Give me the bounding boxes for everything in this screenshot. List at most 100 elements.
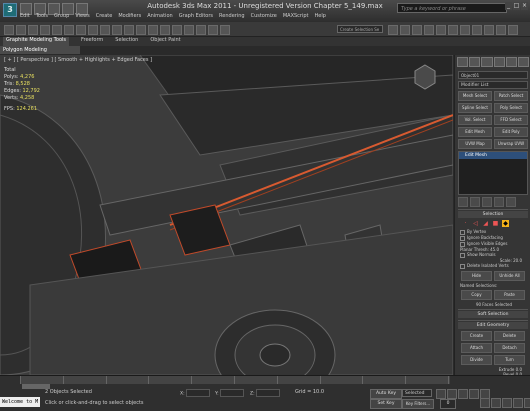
- render-frame-icon[interactable]: [484, 25, 494, 35]
- play-icon[interactable]: [458, 389, 468, 399]
- y-field[interactable]: [219, 389, 244, 397]
- ribbon-panel-polygon-modeling[interactable]: Polygon Modeling: [0, 46, 80, 54]
- patch-select-button[interactable]: Patch Select: [494, 91, 528, 101]
- menu-create[interactable]: Create: [96, 13, 113, 19]
- edit-geometry-title[interactable]: Edit Geometry: [458, 322, 528, 329]
- bind-icon[interactable]: [52, 25, 62, 35]
- divide-button[interactable]: Divide: [461, 355, 492, 365]
- soft-selection-title[interactable]: Soft Selection: [458, 311, 528, 318]
- object-name-field[interactable]: Object01: [458, 71, 528, 79]
- unlink-icon[interactable]: [40, 25, 50, 35]
- utilities-tab-icon[interactable]: [517, 57, 530, 67]
- tab-object-paint[interactable]: Object Paint: [150, 37, 180, 46]
- tab-freeform[interactable]: Freeform: [81, 37, 103, 46]
- rotate-icon[interactable]: [124, 25, 134, 35]
- angle-snap-icon[interactable]: [184, 25, 194, 35]
- display-tab-icon[interactable]: [505, 57, 517, 67]
- previous-frame-icon[interactable]: [447, 389, 457, 399]
- detach-button[interactable]: Detach: [494, 343, 525, 353]
- scale-value[interactable]: 20.0: [513, 258, 522, 263]
- create-button[interactable]: Create: [461, 331, 492, 341]
- menu-group[interactable]: Group: [54, 13, 69, 19]
- perspective-viewport[interactable]: [ + ] [ Perspective ] [ Smooth + Highlig…: [0, 55, 453, 375]
- region-icon[interactable]: [88, 25, 98, 35]
- align-icon[interactable]: [400, 25, 410, 35]
- menu-customize[interactable]: Customize: [251, 13, 277, 19]
- hierarchy-tab-icon[interactable]: [481, 57, 493, 67]
- next-frame-icon[interactable]: [469, 389, 479, 399]
- menu-modifiers[interactable]: Modifiers: [118, 13, 141, 19]
- selection-rollout-title[interactable]: Selection: [458, 211, 528, 218]
- maxscript-listener[interactable]: Welcome to M: [0, 397, 40, 407]
- stack-item-edit-mesh[interactable]: Edit Mesh: [459, 152, 527, 159]
- set-key-button[interactable]: Set Key: [370, 399, 402, 409]
- close-icon[interactable]: ×: [521, 2, 528, 10]
- edit-poly-button[interactable]: Edit Poly: [494, 127, 528, 137]
- menu-rendering[interactable]: Rendering: [219, 13, 245, 19]
- menu-maxscript[interactable]: MAXScript: [283, 13, 309, 19]
- menu-animation[interactable]: Animation: [147, 13, 173, 19]
- scale-icon[interactable]: [136, 25, 146, 35]
- viewport-label[interactable]: [ + ] [ Perspective ] [ Smooth + Highlig…: [4, 57, 152, 63]
- menu-tools[interactable]: Tools: [36, 13, 48, 19]
- render-icon[interactable]: [496, 25, 506, 35]
- key-selected-dropdown[interactable]: Selected: [402, 389, 432, 397]
- current-frame-field[interactable]: 0: [440, 399, 456, 409]
- snap-icon[interactable]: [172, 25, 182, 35]
- menu-views[interactable]: Views: [75, 13, 89, 19]
- pan-icon[interactable]: [502, 398, 512, 408]
- zoom-all-icon[interactable]: [491, 398, 501, 408]
- app-icon[interactable]: 3: [3, 3, 17, 17]
- motion-tab-icon[interactable]: [493, 57, 505, 67]
- go-to-start-icon[interactable]: [436, 389, 446, 399]
- vertex-icon[interactable]: ·: [462, 220, 469, 227]
- select-icon[interactable]: [64, 25, 74, 35]
- modify-tab-icon[interactable]: [469, 57, 481, 67]
- minimize-icon[interactable]: _: [505, 2, 512, 10]
- pin-stack-icon[interactable]: [458, 197, 468, 207]
- redo-toolbar-icon[interactable]: [16, 25, 26, 35]
- menu-help[interactable]: Help: [315, 13, 326, 19]
- tab-graphite-modeling-tools[interactable]: Graphite Modeling Tools: [3, 37, 70, 46]
- delete-isolated-checkbox[interactable]: Delete Isolated Verts: [458, 263, 528, 269]
- link-icon[interactable]: [28, 25, 38, 35]
- make-unique-icon[interactable]: [482, 197, 492, 207]
- attach-button[interactable]: Attach: [461, 343, 492, 353]
- paste-button[interactable]: Paste: [494, 290, 525, 300]
- edit-named-sel-icon[interactable]: [220, 25, 230, 35]
- tab-selection[interactable]: Selection: [115, 37, 138, 46]
- selection-set-dropdown[interactable]: Create Selection Se: [337, 25, 383, 33]
- element-icon[interactable]: ◆: [502, 220, 509, 227]
- modifier-stack[interactable]: Edit Mesh: [458, 151, 528, 195]
- render-active-icon[interactable]: [508, 25, 518, 35]
- unhide-all-button[interactable]: Unhide All: [494, 271, 525, 281]
- percent-snap-icon[interactable]: [196, 25, 206, 35]
- timeline[interactable]: [20, 376, 450, 384]
- polygon-icon[interactable]: ■: [492, 220, 499, 227]
- spinner-snap-icon[interactable]: [208, 25, 218, 35]
- window-crossing-icon[interactable]: [100, 25, 110, 35]
- vol-select-button[interactable]: Vol. Select: [458, 115, 492, 125]
- menu-graph-editors[interactable]: Graph Editors: [179, 13, 213, 19]
- edge-icon[interactable]: ◁: [472, 220, 479, 227]
- delete-button[interactable]: Delete: [494, 331, 525, 341]
- zoom-icon[interactable]: [480, 398, 490, 408]
- mesh-select-button[interactable]: Mesh Select: [458, 91, 492, 101]
- maximize-viewport-icon[interactable]: [524, 398, 530, 408]
- material-editor-icon[interactable]: [460, 25, 470, 35]
- key-filters-button[interactable]: Key Filters...: [402, 399, 434, 409]
- modifier-list-dropdown[interactable]: Modifier List: [458, 81, 528, 89]
- schematic-icon[interactable]: [448, 25, 458, 35]
- face-icon[interactable]: ◢: [482, 220, 489, 227]
- hide-button[interactable]: Hide: [461, 271, 492, 281]
- layer-icon[interactable]: [412, 25, 422, 35]
- move-icon[interactable]: [112, 25, 122, 35]
- select-by-name-icon[interactable]: [76, 25, 86, 35]
- auto-key-button[interactable]: Auto Key: [370, 389, 402, 399]
- z-field[interactable]: [255, 389, 280, 397]
- mirror-icon[interactable]: [388, 25, 398, 35]
- menu-edit[interactable]: Edit: [20, 13, 30, 19]
- orbit-icon[interactable]: [513, 398, 523, 408]
- unwrap-uvw-button[interactable]: Unwrap UVW: [494, 139, 528, 149]
- graphite-icon[interactable]: [424, 25, 434, 35]
